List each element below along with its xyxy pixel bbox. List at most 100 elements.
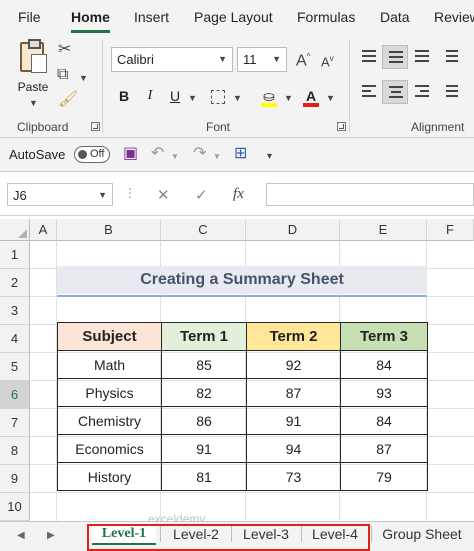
form-icon[interactable]: ⊞ [234,146,247,162]
row-header-5[interactable]: 5 [0,353,30,381]
tab-data[interactable]: Data [380,9,410,25]
chevron-down-icon[interactable]: ▼ [171,149,179,165]
orientation-button[interactable] [440,45,466,69]
copy-icon[interactable]: ⧉ [57,67,68,83]
grouped-tabs-highlight [87,524,370,551]
table-cell[interactable]: 85 [161,350,247,379]
tab-insert[interactable]: Insert [134,9,169,25]
paste-button[interactable]: Paste ▼ [10,39,56,110]
italic-button[interactable]: I [139,85,161,107]
tab-file[interactable]: File [18,9,41,25]
chevron-down-icon[interactable]: ▼ [326,90,335,106]
table-cell[interactable]: 91 [246,406,341,435]
autosave-state: Off [90,148,105,160]
borders-button[interactable] [207,85,229,107]
table-cell[interactable]: Chemistry [57,406,162,435]
formula-input[interactable] [266,183,474,206]
align-right-button[interactable] [409,80,435,104]
table-cell[interactable]: Economics [57,434,162,463]
table-cell[interactable]: 91 [161,434,247,463]
ribbon: Paste ▼ ✂ ⧉ ▼ 🖌 Clipboard Calibri ▼ 11 ▼… [0,34,474,138]
autosave-toggle[interactable]: Off [74,146,110,163]
row-header-8[interactable]: 8 [0,437,30,465]
table-cell[interactable]: History [57,462,162,491]
column-header-d[interactable]: D [246,219,340,241]
table-cell[interactable]: 81 [161,462,247,491]
table-cell[interactable]: 79 [340,462,428,491]
font-size-select[interactable]: 11 ▼ [237,47,287,72]
format-painter-icon[interactable]: 🖌 [58,92,78,108]
chevron-down-icon[interactable]: ▼ [233,90,242,106]
header-cell-term-3[interactable]: Term 3 [340,322,428,351]
chevron-down-icon[interactable]: ▼ [188,90,197,106]
header-cell-subject[interactable]: Subject [57,322,162,351]
row-header-6[interactable]: 6 [0,381,30,409]
font-launcher-icon[interactable] [337,122,346,131]
table-cell[interactable]: Math [57,350,162,379]
paste-label: Paste [17,80,49,94]
table-cell[interactable]: Physics [57,378,162,407]
top-align-button[interactable] [356,45,382,69]
table-cell[interactable]: 87 [246,378,341,407]
row-header-2[interactable]: 2 [0,269,30,297]
insert-function-icon[interactable]: fx [233,186,244,203]
fill-color-button[interactable]: ⛀ [258,85,280,107]
row-header-9[interactable]: 9 [0,465,30,493]
table-cell[interactable]: 93 [340,378,428,407]
table-cell[interactable]: 73 [246,462,341,491]
save-icon[interactable]: ▣ [123,146,138,162]
table-cell[interactable]: 94 [246,434,341,463]
decrease-font-size-icon[interactable]: Av [321,51,334,70]
row-header-7[interactable]: 7 [0,409,30,437]
column-header-e[interactable]: E [340,219,427,241]
tab-page-layout[interactable]: Page Layout [194,9,273,25]
header-cell-term-2[interactable]: Term 2 [246,322,341,351]
clipboard-launcher-icon[interactable] [91,122,100,131]
cut-icon[interactable]: ✂ [58,42,71,58]
sheet-tab-group-sheet[interactable]: Group Sheet [377,523,467,545]
font-color-button[interactable]: A [300,85,322,107]
column-header-a[interactable]: A [30,219,57,241]
indent-button[interactable] [440,80,466,104]
row-header-4[interactable]: 4 [0,325,30,353]
table-cell[interactable]: 84 [340,406,428,435]
font-name-select[interactable]: Calibri ▼ [111,47,233,72]
middle-align-button[interactable] [382,45,408,69]
name-box[interactable]: J6 ▼ [7,183,113,206]
tab-home[interactable]: Home [71,9,110,33]
select-all-button[interactable] [0,219,30,241]
column-header-c[interactable]: C [161,219,246,241]
scroll-right-icon[interactable]: ▶ [47,530,55,541]
chevron-down-icon[interactable]: ▼ [79,70,88,86]
align-left-button[interactable] [356,80,382,104]
bottom-align-button[interactable] [409,45,435,69]
table-cell[interactable]: 84 [340,350,428,379]
table-cell[interactable]: 82 [161,378,247,407]
scroll-left-icon[interactable]: ◀ [17,530,25,541]
table-cell[interactable]: 87 [340,434,428,463]
chevron-down-icon[interactable]: ▼ [213,149,221,165]
sheet-title-cell[interactable]: Creating a Summary Sheet [57,266,427,297]
enter-icon[interactable]: ✓ [195,186,208,204]
chevron-down-icon[interactable]: ▼ [284,90,293,106]
bold-button[interactable]: B [113,85,135,107]
tab-review[interactable]: Review [434,9,474,25]
row-header-1[interactable]: 1 [0,241,30,269]
header-cell-term-1[interactable]: Term 1 [161,322,247,351]
table-header-row: Subject Term 1 Term 2 Term 3 [57,322,428,351]
increase-font-size-icon[interactable]: A^ [296,49,310,69]
drag-handle-icon[interactable]: ⋮ [124,186,137,200]
column-header-f[interactable]: F [427,219,474,241]
redo-icon[interactable]: ↷ [193,146,206,162]
table-cell[interactable]: 86 [161,406,247,435]
table-cell[interactable]: 92 [246,350,341,379]
underline-button[interactable]: U [164,85,186,107]
cancel-icon[interactable]: ✕ [157,186,170,204]
row-header-3[interactable]: 3 [0,297,30,325]
align-center-button[interactable] [382,80,408,104]
column-header-b[interactable]: B [57,219,161,241]
undo-icon[interactable]: ↶ [151,146,164,162]
row-header-10[interactable]: 10 [0,493,30,521]
customize-toolbar-icon[interactable]: ▾ [267,149,272,165]
tab-formulas[interactable]: Formulas [297,9,355,25]
